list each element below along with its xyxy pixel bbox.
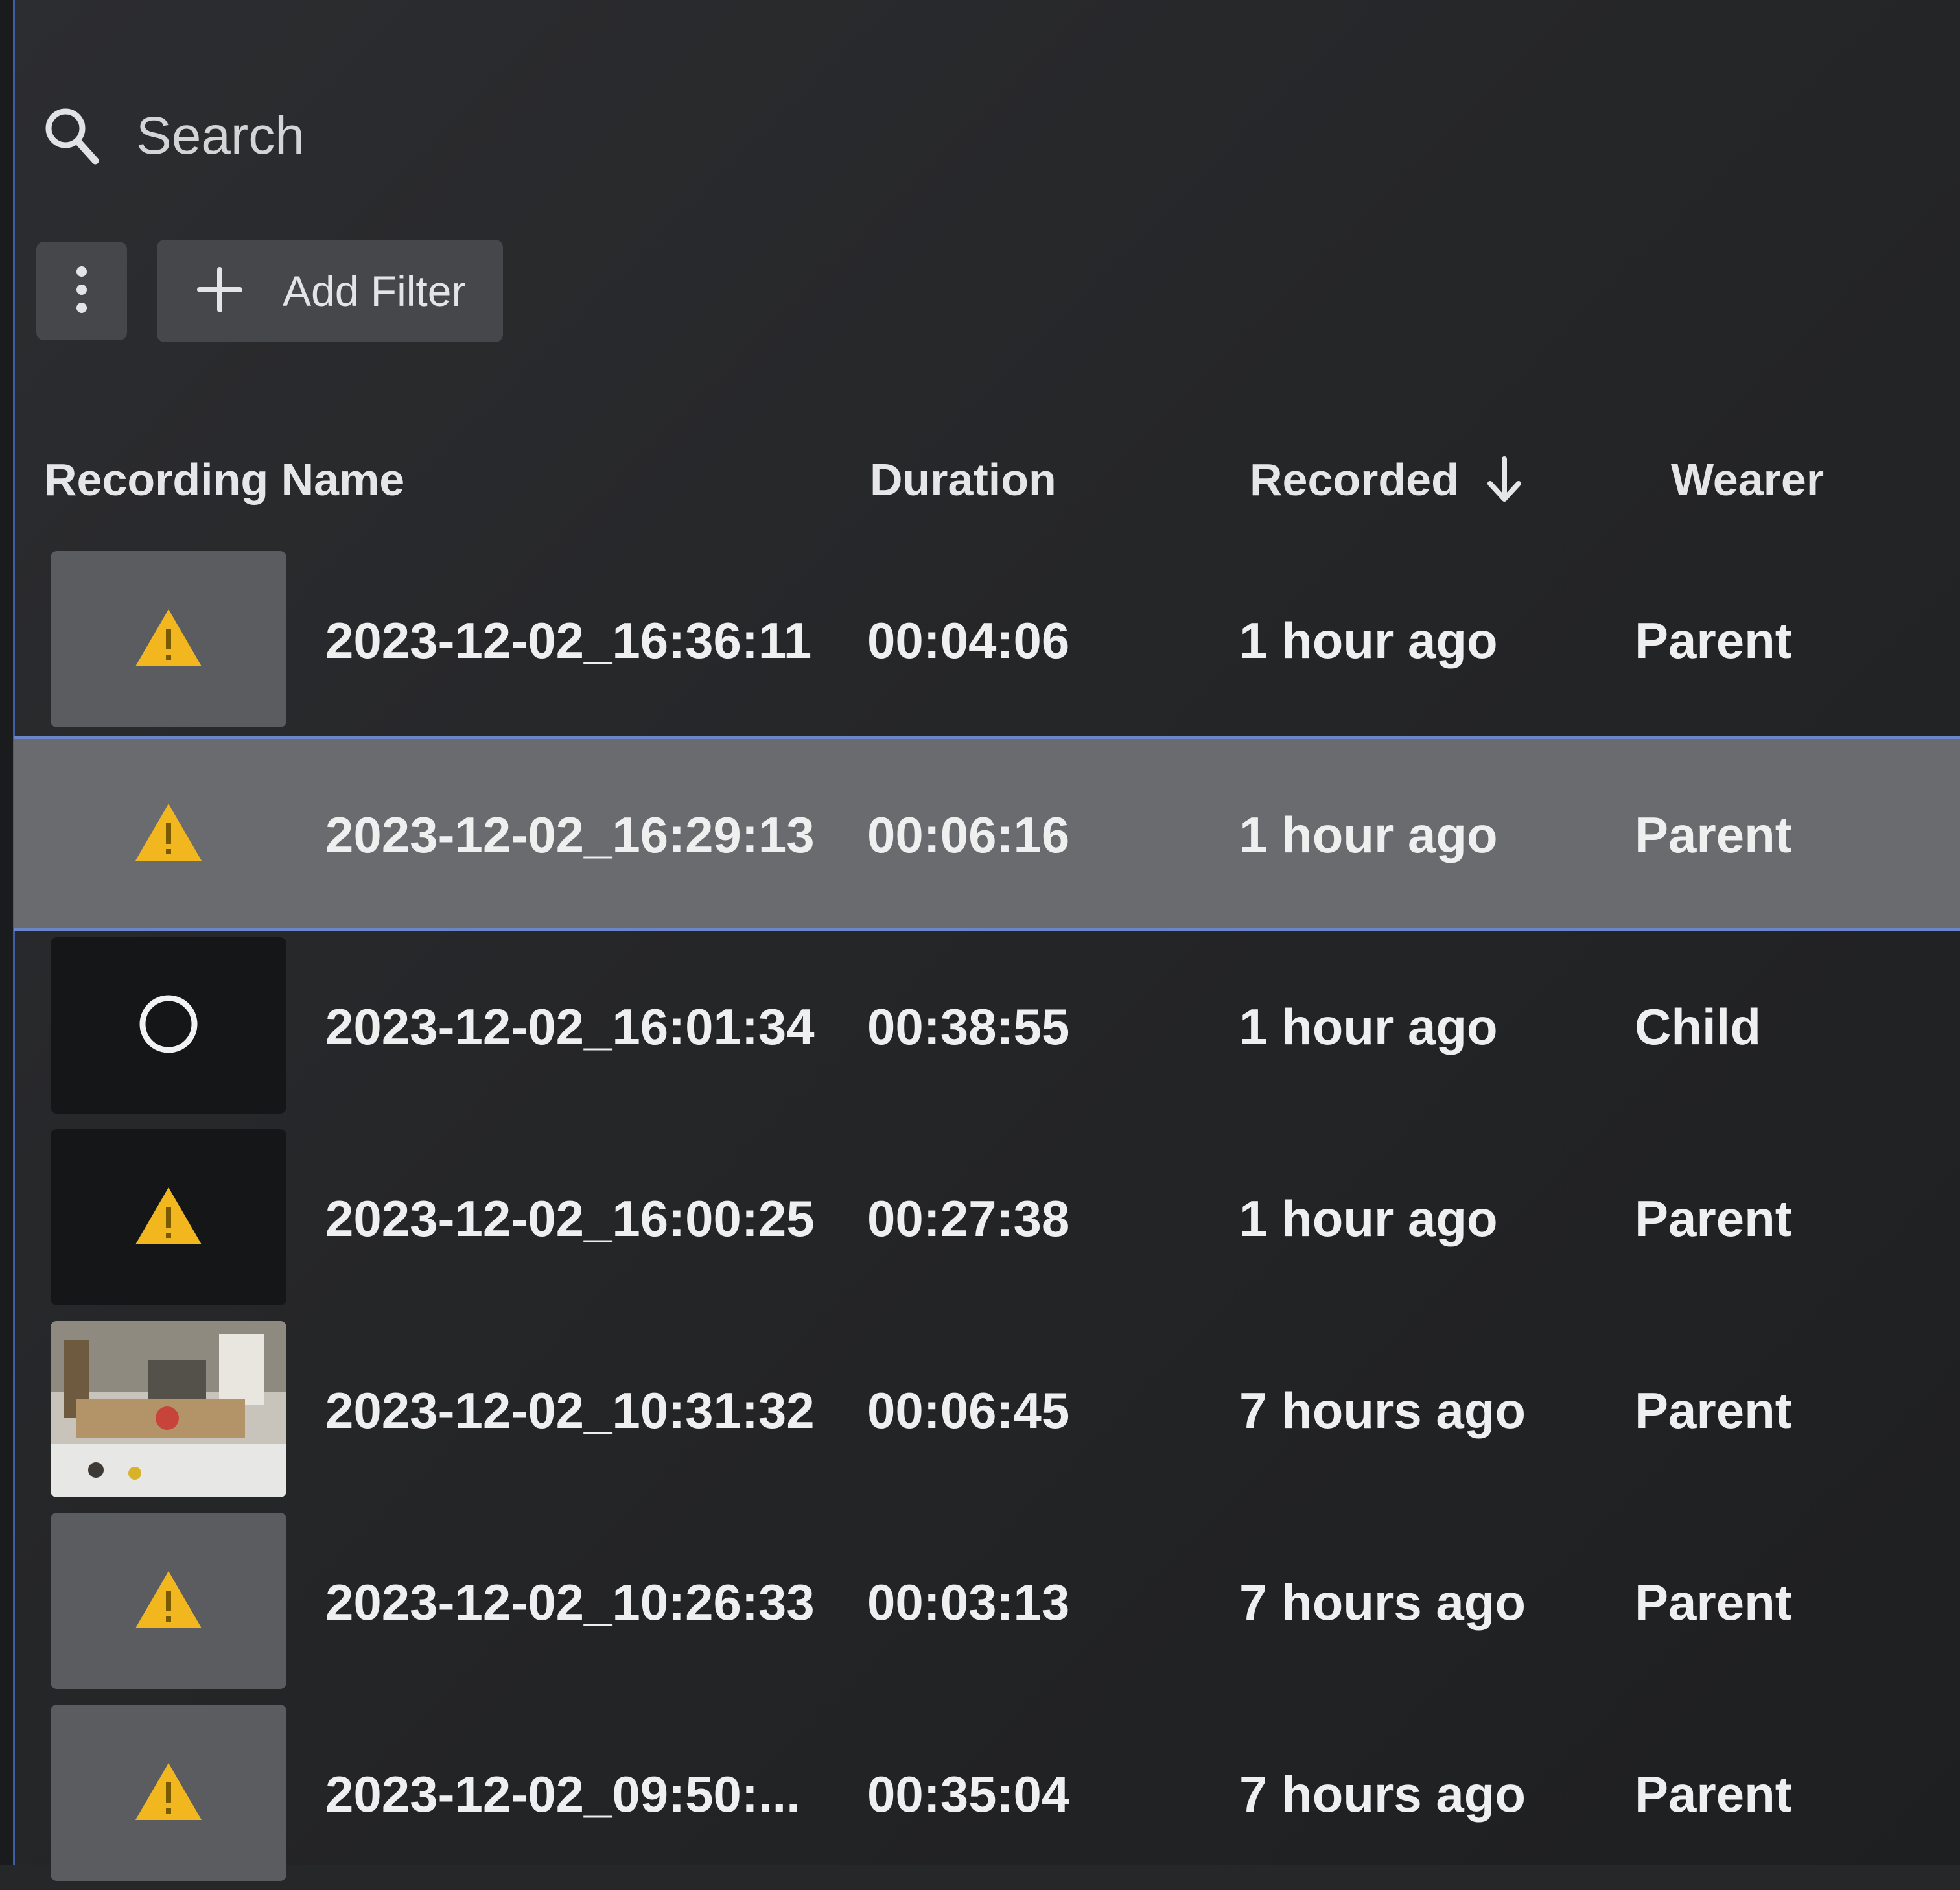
column-header-duration[interactable]: Duration	[870, 454, 1056, 506]
recording-duration: 00:06:45	[867, 1381, 1070, 1439]
recording-duration: 00:03:13	[867, 1573, 1070, 1631]
recording-thumbnail	[51, 1513, 286, 1689]
recording-name: 2023-12-02_10:31:32	[325, 1381, 815, 1439]
recording-recorded: 1 hour ago	[1239, 806, 1498, 863]
recording-wearer: Parent	[1635, 1189, 1792, 1247]
table-row-selected[interactable]: 2023-12-02_16:29:13 00:06:16 1 hour ago …	[14, 736, 1960, 931]
recording-name: 2023-12-02_09:50:...	[325, 1765, 800, 1823]
recording-duration: 00:06:16	[867, 806, 1070, 863]
table-header: Recording Name Duration Recorded Wearer	[14, 441, 1960, 544]
recording-recorded: 7 hours ago	[1239, 1765, 1526, 1823]
toolbar: Add Filter	[36, 240, 504, 342]
warning-icon	[133, 607, 204, 672]
recordings-app: Add Filter Recording Name Duration Recor…	[0, 0, 1960, 1881]
left-panel-edge	[0, 0, 15, 1865]
recording-name: 2023-12-02_16:36:11	[325, 611, 812, 669]
table-row[interactable]: 2023-12-02_16:01:34 00:38:55 1 hour ago …	[14, 931, 1960, 1123]
recording-wearer: Parent	[1635, 806, 1792, 863]
recording-duration: 00:38:55	[867, 998, 1070, 1055]
table-row[interactable]: 2023-12-02_10:31:32 00:06:45 7 hours ago…	[14, 1314, 1960, 1506]
search-input[interactable]	[135, 105, 591, 167]
recording-wearer: Parent	[1635, 1381, 1792, 1439]
recording-wearer: Parent	[1635, 611, 1792, 669]
recording-recorded: 1 hour ago	[1239, 998, 1498, 1055]
table-row[interactable]: 2023-12-02_10:26:33 00:03:13 7 hours ago…	[14, 1506, 1960, 1698]
warning-icon	[133, 1569, 204, 1634]
plus-icon	[197, 266, 242, 316]
recording-wearer: Parent	[1635, 1573, 1792, 1631]
recording-recorded: 1 hour ago	[1239, 1189, 1498, 1247]
table-row[interactable]: 2023-12-02_16:00:25 00:27:38 1 hour ago …	[14, 1123, 1960, 1314]
recording-duration: 00:35:04	[867, 1765, 1070, 1823]
warning-icon	[133, 1185, 204, 1250]
search-bar[interactable]	[40, 97, 624, 175]
column-header-recorded[interactable]: Recorded	[1250, 454, 1524, 506]
recording-recorded: 7 hours ago	[1239, 1573, 1526, 1631]
recording-name: 2023-12-02_10:26:33	[325, 1573, 815, 1631]
recording-thumbnail	[51, 551, 286, 727]
recording-thumbnail	[51, 745, 286, 922]
recording-recorded: 1 hour ago	[1239, 611, 1498, 669]
recordings-table: Recording Name Duration Recorded Wearer	[14, 441, 1960, 1890]
scene-preview-thumbnail	[51, 1321, 286, 1497]
recording-name: 2023-12-02_16:00:25	[325, 1189, 815, 1247]
warning-icon	[133, 1760, 204, 1826]
warning-icon	[133, 801, 204, 867]
recording-wearer: Parent	[1635, 1765, 1792, 1823]
recording-name: 2023-12-02_16:29:13	[325, 806, 815, 863]
column-header-wearer[interactable]: Wearer	[1671, 454, 1824, 506]
table-row[interactable]: 2023-12-02_16:36:11 00:04:06 1 hour ago …	[14, 544, 1960, 736]
recording-name: 2023-12-02_16:01:34	[325, 998, 815, 1055]
search-icon	[40, 105, 102, 167]
more-options-button[interactable]	[36, 242, 127, 340]
table-row[interactable]: 2023-12-02_09:50:... 00:35:04 7 hours ag…	[14, 1698, 1960, 1890]
loading-ring-icon	[136, 992, 201, 1060]
sort-descending-arrow-icon[interactable]	[1485, 456, 1524, 503]
column-header-recording-name[interactable]: Recording Name	[44, 454, 404, 506]
add-filter-button[interactable]: Add Filter	[157, 240, 504, 342]
recording-thumbnail	[51, 1129, 286, 1305]
recording-duration: 00:04:06	[867, 611, 1070, 669]
recording-duration: 00:27:38	[867, 1189, 1070, 1247]
recording-recorded: 7 hours ago	[1239, 1381, 1526, 1439]
vertical-dots-icon	[72, 264, 91, 319]
recording-wearer: Child	[1635, 998, 1761, 1055]
recording-thumbnail	[51, 1705, 286, 1881]
column-header-recorded-label: Recorded	[1250, 454, 1459, 505]
recording-thumbnail	[51, 937, 286, 1114]
add-filter-label: Add Filter	[283, 267, 466, 315]
